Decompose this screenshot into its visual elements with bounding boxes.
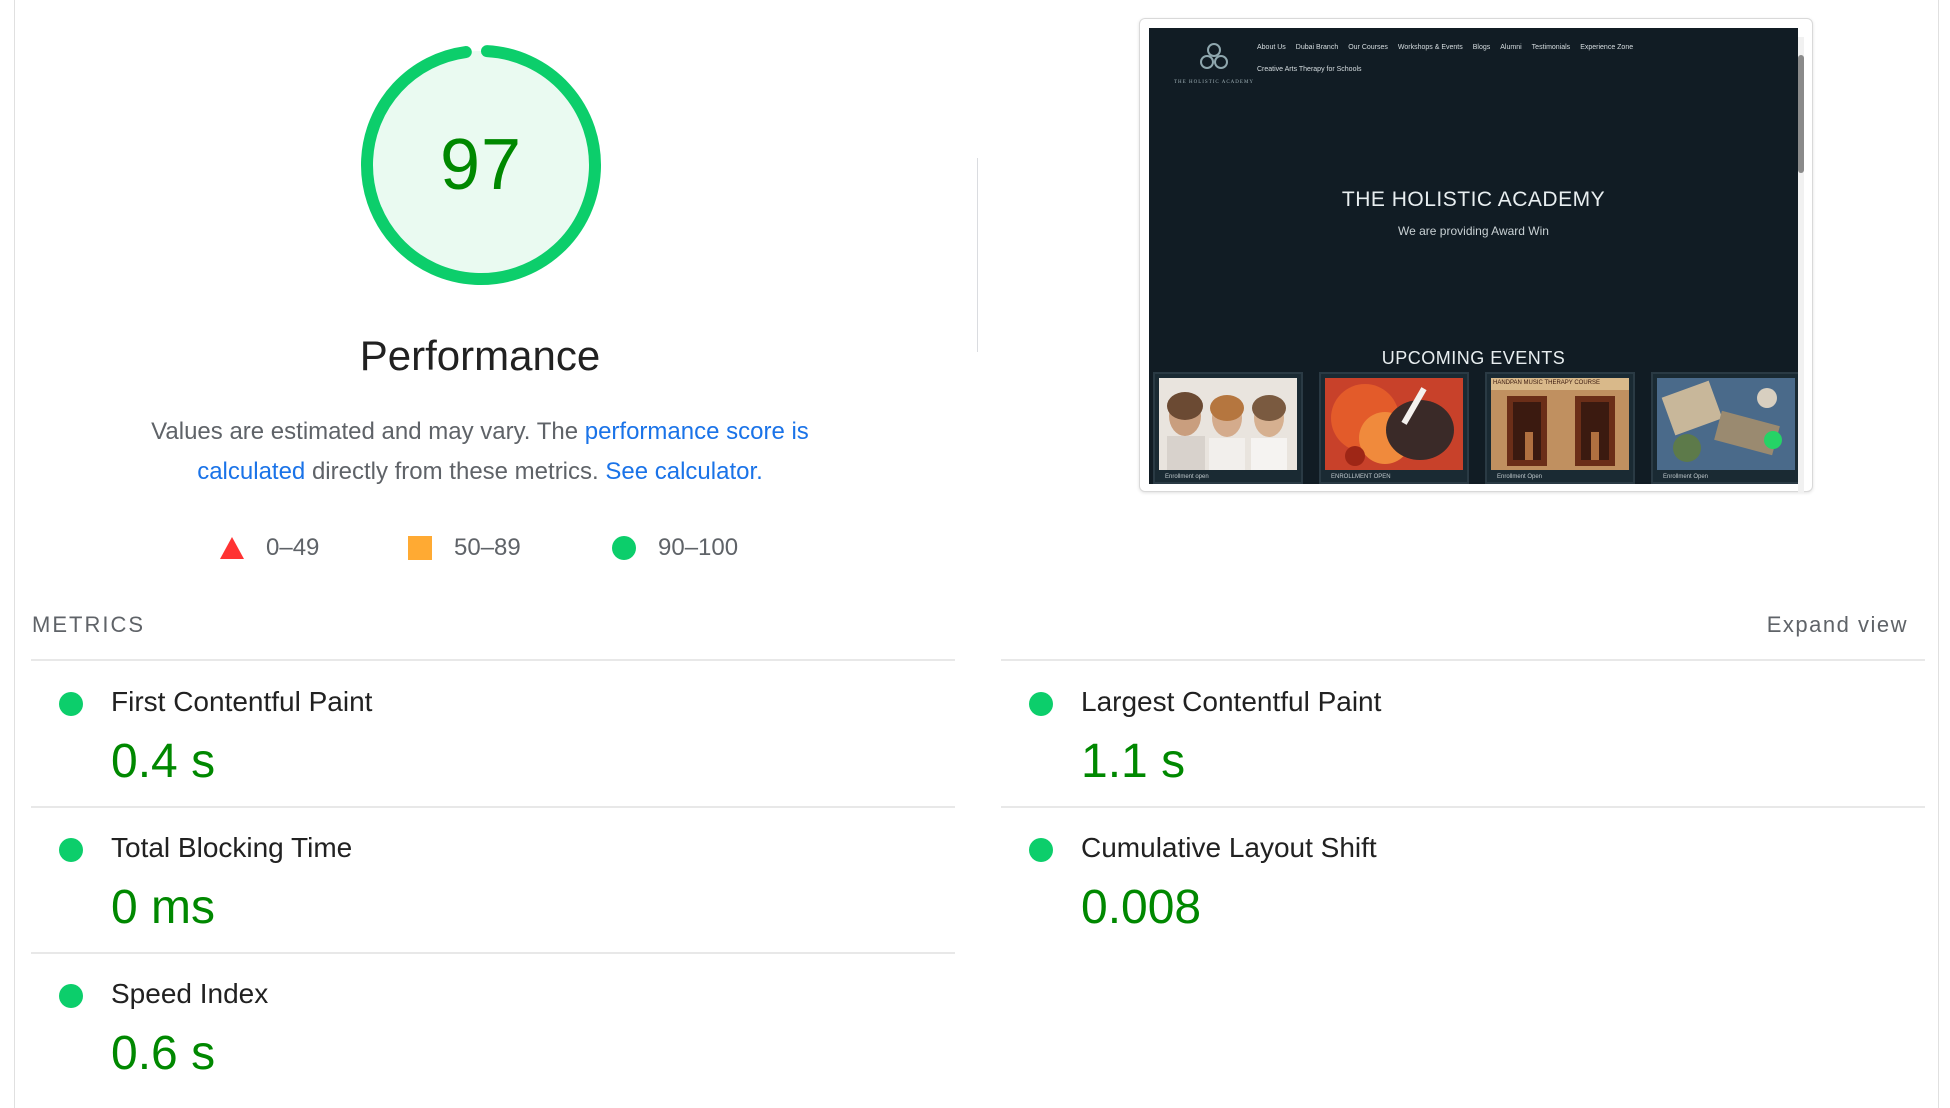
metric-largest-contentful-paint: Largest Contentful Paint 1.1 s [1001, 662, 1901, 802]
legend-range-fail: 0–49 [266, 534, 320, 561]
legend-range-average: 50–89 [454, 534, 521, 561]
nav-item: Experience Zone [1580, 44, 1634, 51]
metric-label: Largest Contentful Paint [1081, 686, 1382, 717]
metric-label: Cumulative Layout Shift [1081, 832, 1377, 863]
metric-value: 0.008 [1081, 881, 1202, 934]
nav-item: Dubai Branch [1295, 44, 1339, 51]
metric-cumulative-layout-shift: Cumulative Layout Shift 0.008 [1001, 808, 1901, 948]
event-banner-text: HANDPAN MUSIC THERAPY COURSE [1493, 380, 1601, 386]
event-caption: Enrollment open [1165, 474, 1209, 480]
nav-item: Our Courses [1348, 44, 1388, 51]
metrics-header: METRICS [32, 612, 145, 637]
nav-item: Workshops & Events [1397, 44, 1463, 51]
screenshot-page: THE HOLISTIC ACADEMY About Us Dubai Branc… [1149, 28, 1798, 484]
score-legend: 0–49 50–89 90–100 [0, 530, 960, 566]
event-card: HANDPAN MUSIC THERAPY COURSE Enrollment … [1485, 372, 1635, 484]
event-card: Enrollment Open [1651, 372, 1798, 484]
performance-title: Performance [359, 332, 601, 379]
performance-score-value: 97 [439, 125, 523, 205]
vertical-divider [977, 158, 978, 352]
event-caption: Enrollment Open [1663, 474, 1709, 480]
logo-brand-text: THE HOLISTIC ACADEMY [1174, 80, 1254, 85]
green-circle-icon [612, 536, 636, 560]
upcoming-events-title: UPCOMING EVENTS [1381, 348, 1566, 368]
metric-value: 0.4 s [111, 735, 216, 788]
pass-status-icon [59, 984, 83, 1008]
event-card: Enrollment open [1153, 372, 1303, 484]
screenshot-scrollbar [1798, 37, 1804, 493]
legend-item-average: 50–89 [408, 530, 521, 566]
event-card: ENROLLMENT OPEN [1319, 372, 1469, 484]
pass-status-icon [59, 838, 83, 862]
expand-view-toggle[interactable]: Expand view [1767, 612, 1908, 638]
pass-status-icon [1029, 692, 1053, 716]
event-caption: ENROLLMENT OPEN [1331, 474, 1391, 480]
metrics-divider [31, 659, 955, 661]
scrollbar-handle [1798, 55, 1804, 173]
performance-description: Values are estimated and may vary. The p… [110, 412, 850, 492]
red-triangle-icon [220, 537, 244, 559]
performance-score-gauge: 97 [358, 42, 604, 288]
nav-item: Creative Arts Therapy for Schools [1257, 66, 1362, 73]
metric-value: 1.1 s [1081, 735, 1186, 788]
metric-first-contentful-paint: First Contentful Paint 0.4 s [31, 662, 931, 802]
metric-label: First Contentful Paint [111, 686, 373, 717]
metric-total-blocking-time: Total Blocking Time 0 ms [31, 808, 931, 948]
pass-status-icon [1029, 838, 1053, 862]
hero-subtitle: We are providing Award Win [1398, 224, 1549, 238]
event-photo-painting [1325, 378, 1463, 470]
metric-value: 0.6 s [111, 1027, 216, 1080]
metrics-divider [1001, 659, 1925, 661]
see-calculator-link[interactable]: See calculator. [605, 458, 762, 485]
nav-item: Blogs [1472, 44, 1491, 51]
metric-label: Speed Index [111, 978, 269, 1009]
event-photo-people [1159, 378, 1297, 470]
orange-square-icon [408, 536, 432, 560]
nav-item: Testimonials [1531, 44, 1571, 51]
description-text: Values are estimated and may vary. The [151, 418, 585, 445]
metric-speed-index: Speed Index 0.6 s [31, 954, 931, 1094]
nav-item: Alumni [1500, 44, 1522, 51]
logo-mark-icon [1200, 43, 1228, 69]
metric-value: 0 ms [111, 881, 216, 934]
metric-label: Total Blocking Time [111, 832, 353, 863]
final-screenshot-thumbnail[interactable]: THE HOLISTIC ACADEMY About Us Dubai Branc… [1139, 18, 1813, 493]
event-photo-aerial [1657, 378, 1795, 470]
pass-status-icon [59, 692, 83, 716]
legend-item-fail: 0–49 [220, 530, 319, 566]
frame-border-right [1938, 0, 1939, 1108]
event-photo-handpan [1491, 378, 1629, 470]
nav-item: About Us [1257, 44, 1286, 51]
site-logo: THE HOLISTIC ACADEMY [1169, 42, 1259, 92]
hero-title: THE HOLISTIC ACADEMY [1341, 188, 1606, 211]
legend-item-pass: 90–100 [612, 530, 738, 566]
description-text-middle: directly from these metrics. [305, 458, 606, 485]
legend-range-pass: 90–100 [658, 534, 739, 561]
site-nav: About Us Dubai Branch Our Courses Workshops… [1257, 44, 1777, 51]
event-caption: Enrollment Open [1497, 474, 1543, 480]
